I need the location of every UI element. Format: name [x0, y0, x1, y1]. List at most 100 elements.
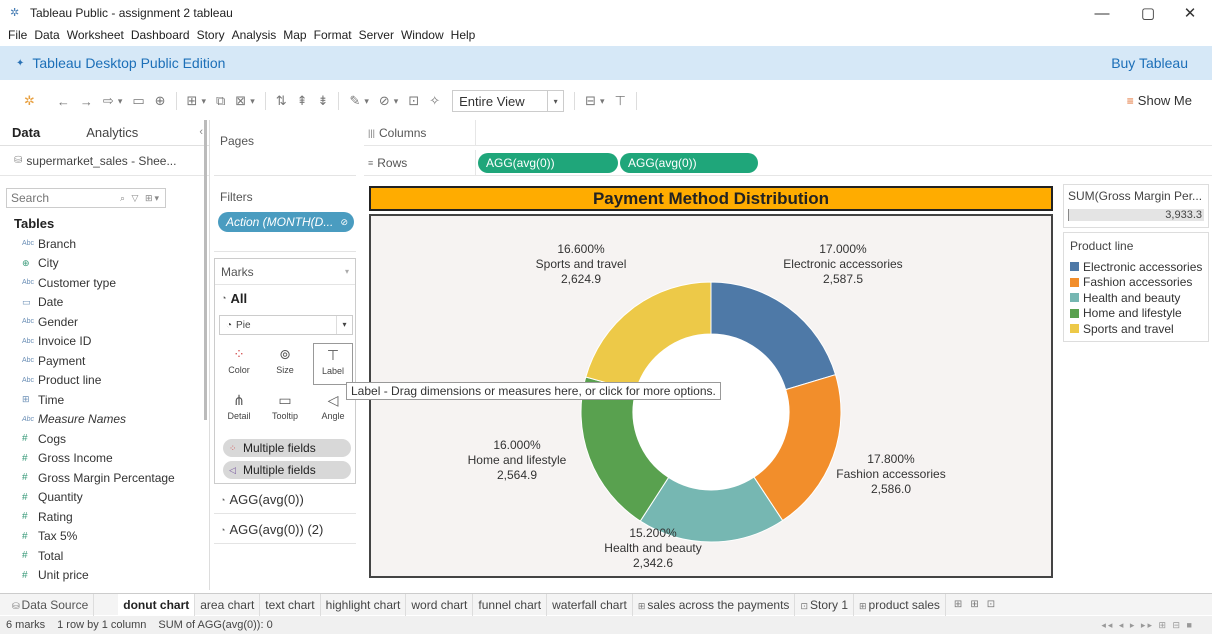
field-measure-names[interactable]: Abc Measure Names [22, 410, 209, 430]
color-button[interactable]: ⁘ Color [219, 343, 259, 385]
tab-product-sales[interactable]: ⊞ product sales [854, 593, 946, 616]
data-pane-scrollbar[interactable] [204, 120, 207, 420]
show-mark-labels-icon[interactable]: ⊡ [408, 93, 419, 109]
rows-shelf[interactable]: ≡ Rows AGG(avg(0)) AGG(avg(0)) [364, 150, 1212, 176]
fix-axes-icon[interactable]: ✧ [429, 93, 440, 109]
datasource-item[interactable]: ⛁ supermarket_sales - Shee... [0, 146, 209, 176]
menu-worksheet[interactable]: Worksheet [67, 28, 124, 42]
angle-field-pill[interactable]: ◁ Multiple fields [223, 461, 351, 479]
field-customer-type[interactable]: Abc Customer type [22, 273, 209, 293]
redo-icon[interactable]: ⇨ [103, 93, 114, 109]
field-cogs[interactable]: # Cogs [22, 429, 209, 449]
field-gross-margin-percentage[interactable]: # Gross Margin Percentage [22, 468, 209, 488]
slice-label-electronic-accessories[interactable]: 17.000% Electronic accessories 2,587.5 [783, 242, 902, 287]
tab-waterfall-chart[interactable]: waterfall chart [547, 593, 633, 616]
tab-donut-chart[interactable]: donut chart [118, 593, 196, 616]
field-unit-price[interactable]: # Unit price [22, 566, 209, 586]
chevron-down-icon[interactable]: ▾ [201, 96, 206, 107]
back-icon[interactable]: ← [57, 94, 70, 109]
field-time[interactable]: ⊞ Time [22, 390, 209, 410]
menu-help[interactable]: Help [451, 28, 476, 42]
agg-marks-tab-1[interactable]: ◔ AGG(avg(0)) [214, 486, 356, 514]
sheet-navigation-icons[interactable]: ◂◂ ◂ ▸ ▸▸ ⊞ ⊟ ■ [1101, 620, 1194, 631]
label-button[interactable]: ⊤ Label [313, 343, 353, 385]
pages-card[interactable]: Pages [214, 122, 356, 176]
legend-item-health-and-beauty[interactable]: Health and beauty [1064, 290, 1208, 306]
maximize-button[interactable]: ▢ [1128, 0, 1168, 26]
field-quantity[interactable]: # Quantity [22, 488, 209, 508]
new-worksheet-icon[interactable]: ⊞ [187, 93, 198, 109]
show-hide-cards-icon[interactable]: ⊟ [585, 93, 596, 109]
tab-analytics[interactable]: Analytics [74, 120, 150, 146]
menu-window[interactable]: Window [401, 28, 444, 42]
group-members-icon[interactable]: ⊘ [379, 93, 390, 109]
tab-data-source[interactable]: ⛁ Data Source [0, 593, 95, 616]
field-product-line[interactable]: Abc Product line [22, 371, 209, 391]
chevron-down-icon[interactable]: ▾ [118, 96, 123, 107]
clear-sheet-icon[interactable]: ⊠ [235, 93, 246, 109]
slice-label-home-and-lifestyle[interactable]: 16.000% Home and lifestyle 2,564.9 [468, 438, 567, 483]
sort-ascending-icon[interactable]: ⇞ [297, 93, 308, 109]
menu-server[interactable]: Server [359, 28, 394, 42]
new-story-tab-icon[interactable]: ⊡ [987, 599, 995, 610]
duplicate-sheet-icon[interactable]: ⧉ [216, 93, 225, 109]
field-total[interactable]: # Total [22, 546, 209, 566]
fit-view-select[interactable]: Entire View ▾ [452, 90, 565, 112]
detail-button[interactable]: ⋔ Detail [219, 389, 259, 431]
field-rating[interactable]: # Rating [22, 507, 209, 527]
menu-data[interactable]: Data [34, 28, 59, 42]
field-date[interactable]: ▭ Date [22, 293, 209, 313]
new-worksheet-tab-icon[interactable]: ⊞ [954, 599, 962, 610]
swap-rows-columns-icon[interactable]: ⇅ [276, 93, 287, 109]
minimize-button[interactable]: — [1082, 0, 1122, 26]
new-dashboard-tab-icon[interactable]: ⊞ [970, 599, 978, 610]
menu-format[interactable]: Format [314, 28, 352, 42]
tab-data[interactable]: Data [0, 120, 52, 146]
chevron-down-icon[interactable]: ▾ [250, 96, 255, 107]
menu-dashboard[interactable]: Dashboard [131, 28, 190, 42]
field-payment[interactable]: Abc Payment [22, 351, 209, 371]
chevron-down-icon[interactable]: ▾ [600, 96, 605, 107]
field-city[interactable]: ⊕ City [22, 254, 209, 274]
tab-sales-across-the-payments[interactable]: ⊞ sales across the payments [633, 593, 796, 616]
chevron-down-icon[interactable]: ▾ [364, 96, 369, 107]
search-filter-icons[interactable]: ⌕ ▽ ⊞▾ [120, 193, 161, 204]
highlight-icon[interactable]: ✎ [349, 93, 360, 109]
agg-marks-tab-2[interactable]: ◔ AGG(avg(0)) (2) [214, 516, 356, 544]
legend-item-sports-and-travel[interactable]: Sports and travel [1064, 321, 1208, 337]
size-legend-card[interactable]: SUM(Gross Margin Per... 3,933.3 [1063, 184, 1209, 228]
worksheet-title[interactable]: Payment Method Distribution [369, 186, 1053, 211]
size-button[interactable]: ⊚ Size [265, 343, 305, 385]
field-gender[interactable]: Abc Gender [22, 312, 209, 332]
buy-tableau-link[interactable]: Buy Tableau [1111, 55, 1188, 71]
slice-label-sports-and-travel[interactable]: 16.600% Sports and travel 2,624.9 [536, 242, 627, 287]
close-button[interactable]: ✕ [1170, 0, 1210, 26]
presentation-mode-icon[interactable]: ⊤ [615, 93, 626, 109]
legend-item-home-and-lifestyle[interactable]: Home and lifestyle [1064, 306, 1208, 322]
menu-analysis[interactable]: Analysis [232, 28, 277, 42]
tab-highlight-chart[interactable]: highlight chart [321, 593, 407, 616]
field-invoice-id[interactable]: Abc Invoice ID [22, 332, 209, 352]
rows-pill-2[interactable]: AGG(avg(0)) [620, 152, 758, 173]
new-datasource-icon[interactable]: ⊕ [155, 93, 166, 109]
tab-text-chart[interactable]: text chart [260, 593, 321, 616]
tab-area-chart[interactable]: area chart [195, 593, 261, 616]
menu-file[interactable]: File [8, 28, 27, 42]
forward-icon[interactable]: → [80, 94, 93, 109]
field-gross-income[interactable]: # Gross Income [22, 449, 209, 469]
tab-story-1[interactable]: ⊡ Story 1 [795, 593, 854, 616]
legend-item-fashion-accessories[interactable]: Fashion accessories [1064, 275, 1208, 291]
slice-label-health-and-beauty[interactable]: 15.200% Health and beauty 2,342.6 [604, 526, 701, 571]
tab-word-chart[interactable]: word chart [406, 593, 474, 616]
menu-map[interactable]: Map [283, 28, 306, 42]
color-legend-card[interactable]: Product line Electronic accessories Fash… [1063, 232, 1209, 342]
tooltip-button[interactable]: ▭ Tooltip [265, 389, 305, 431]
field-branch[interactable]: Abc Branch [22, 234, 209, 254]
filter-pill[interactable]: Action (MONTH(D... ⊘ [218, 212, 354, 232]
columns-shelf[interactable]: ||| Columns [364, 120, 1212, 146]
tab-funnel-chart[interactable]: funnel chart [473, 593, 548, 616]
collapse-pane-icon[interactable]: ‹ [199, 126, 203, 138]
field-tax[interactable]: # Tax 5% [22, 527, 209, 547]
sort-descending-icon[interactable]: ⇟ [318, 93, 329, 109]
menu-story[interactable]: Story [197, 28, 225, 42]
